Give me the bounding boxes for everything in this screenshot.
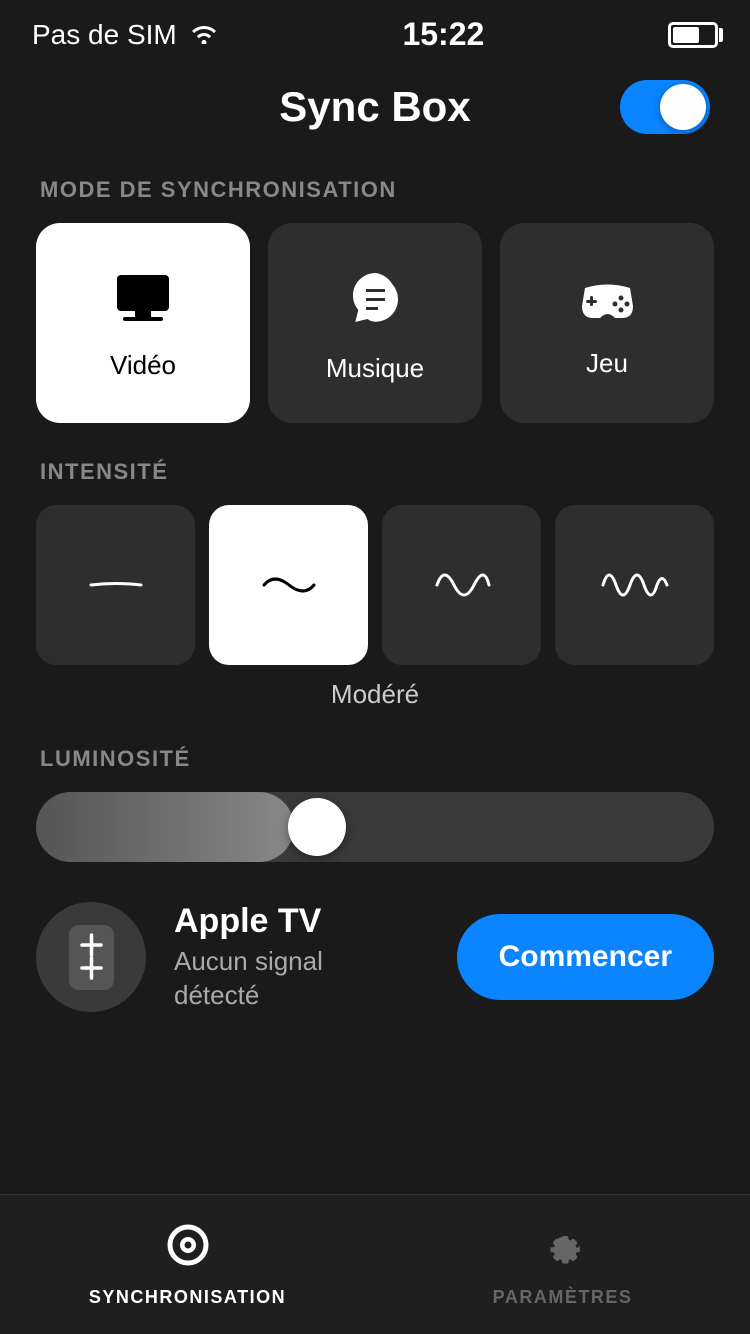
intensity-card-moderate[interactable] bbox=[209, 505, 368, 665]
intensity-card-high[interactable] bbox=[382, 505, 541, 665]
luminosity-slider-container bbox=[0, 792, 750, 862]
mode-label-video: Vidéo bbox=[110, 350, 176, 381]
mode-label-musique: Musique bbox=[326, 353, 424, 384]
device-name: Apple TV bbox=[174, 902, 429, 941]
nav-item-settings[interactable]: PARAMÈTRES bbox=[375, 1195, 750, 1334]
device-info: Apple TV Aucun signaldétecté bbox=[174, 902, 429, 1013]
settings-nav-icon bbox=[540, 1222, 586, 1279]
status-left: Pas de SIM bbox=[32, 19, 219, 51]
nav-item-sync[interactable]: SYNCHRONISATION bbox=[0, 1195, 375, 1334]
intensity-cards-container bbox=[0, 505, 750, 665]
device-icon bbox=[36, 902, 146, 1012]
slider-thumb[interactable] bbox=[288, 798, 346, 856]
header: Sync Box bbox=[0, 63, 750, 141]
mode-card-video[interactable]: Vidéo bbox=[36, 223, 250, 423]
mode-label-jeu: Jeu bbox=[586, 348, 628, 379]
nav-label-sync: SYNCHRONISATION bbox=[89, 1287, 286, 1308]
intensity-card-intense[interactable] bbox=[555, 505, 714, 665]
wifi-icon bbox=[189, 19, 219, 51]
mode-card-jeu[interactable]: Jeu bbox=[500, 223, 714, 423]
page-title: Sync Box bbox=[279, 83, 470, 131]
sync-mode-label: MODE DE SYNCHRONISATION bbox=[0, 141, 750, 223]
intensity-card-subtle[interactable] bbox=[36, 505, 195, 665]
mode-card-musique[interactable]: Musique bbox=[268, 223, 482, 423]
video-icon bbox=[113, 273, 173, 332]
bottom-nav: SYNCHRONISATION PARAMÈTRES bbox=[0, 1194, 750, 1334]
intensity-active-label: Modéré bbox=[0, 665, 750, 710]
power-toggle[interactable] bbox=[620, 80, 710, 134]
battery-indicator bbox=[668, 22, 718, 48]
intensity-label: INTENSITÉ bbox=[0, 423, 750, 505]
luminosity-label: LUMINOSITÉ bbox=[0, 710, 750, 792]
start-button[interactable]: Commencer bbox=[457, 914, 714, 1000]
jeu-icon bbox=[575, 276, 640, 330]
status-bar: Pas de SIM 15:22 bbox=[0, 0, 750, 63]
mode-cards-container: Vidéo Musique Jeu bbox=[0, 223, 750, 423]
status-right bbox=[668, 22, 718, 48]
sync-nav-icon bbox=[165, 1222, 211, 1279]
toggle-knob bbox=[660, 84, 706, 130]
slider-fill bbox=[36, 792, 294, 862]
device-status: Aucun signaldétecté bbox=[174, 945, 429, 1013]
carrier-text: Pas de SIM bbox=[32, 19, 177, 51]
slider-track[interactable] bbox=[36, 792, 714, 862]
musique-icon bbox=[348, 271, 403, 335]
battery-fill bbox=[673, 27, 699, 43]
time-display: 15:22 bbox=[402, 16, 484, 53]
nav-label-settings: PARAMÈTRES bbox=[493, 1287, 633, 1308]
device-row: Apple TV Aucun signaldétecté Commencer bbox=[0, 872, 750, 1043]
